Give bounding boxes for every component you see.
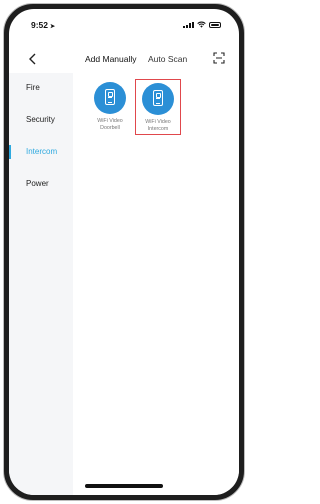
chevron-left-icon[interactable]	[26, 52, 40, 66]
device-grid: WiFi Video Doorbell WiFi Video Intercom	[73, 73, 239, 495]
home-indicator[interactable]	[85, 484, 163, 488]
device-label: WiFi Video Doorbell	[97, 118, 123, 131]
intercom-device-icon	[105, 89, 115, 105]
device-wifi-video-doorbell[interactable]: WiFi Video Doorbell	[87, 79, 133, 135]
tab-auto-scan[interactable]: Auto Scan	[148, 54, 187, 64]
battery-icon	[209, 22, 221, 28]
nav-bar: Add Manually Auto Scan	[9, 49, 239, 71]
phone-frame: 9:52 ➤ Add Manually Auto Scan Fire Secur…	[3, 3, 245, 501]
category-sidebar: Fire Security Intercom Power	[9, 73, 73, 495]
wifi-icon	[197, 21, 206, 28]
device-icon-circle	[142, 83, 174, 115]
sidebar-item-security[interactable]: Security	[9, 109, 73, 131]
scan-frame-icon[interactable]	[213, 52, 225, 64]
signal-icon	[183, 22, 194, 28]
status-time: 9:52 ➤	[31, 20, 55, 30]
sidebar-item-intercom[interactable]: Intercom	[9, 141, 73, 163]
device-wifi-video-intercom[interactable]: WiFi Video Intercom	[135, 79, 181, 135]
sidebar-item-label: Security	[26, 115, 55, 124]
location-arrow-icon: ➤	[50, 24, 56, 30]
status-icons	[183, 21, 221, 28]
sidebar-item-label: Fire	[26, 83, 40, 92]
sidebar-item-fire[interactable]: Fire	[9, 77, 73, 99]
sidebar-item-label: Intercom	[26, 147, 58, 156]
intercom-device-icon	[153, 90, 163, 106]
tab-add-manually[interactable]: Add Manually	[85, 54, 137, 64]
device-icon-circle	[94, 82, 126, 114]
sidebar-item-label: Power	[26, 179, 49, 188]
device-label: WiFi Video Intercom	[145, 119, 171, 132]
time-text: 9:52	[31, 20, 49, 30]
status-bar: 9:52 ➤	[9, 9, 239, 39]
screen: 9:52 ➤ Add Manually Auto Scan Fire Secur…	[9, 9, 239, 495]
sidebar-item-power[interactable]: Power	[9, 173, 73, 195]
